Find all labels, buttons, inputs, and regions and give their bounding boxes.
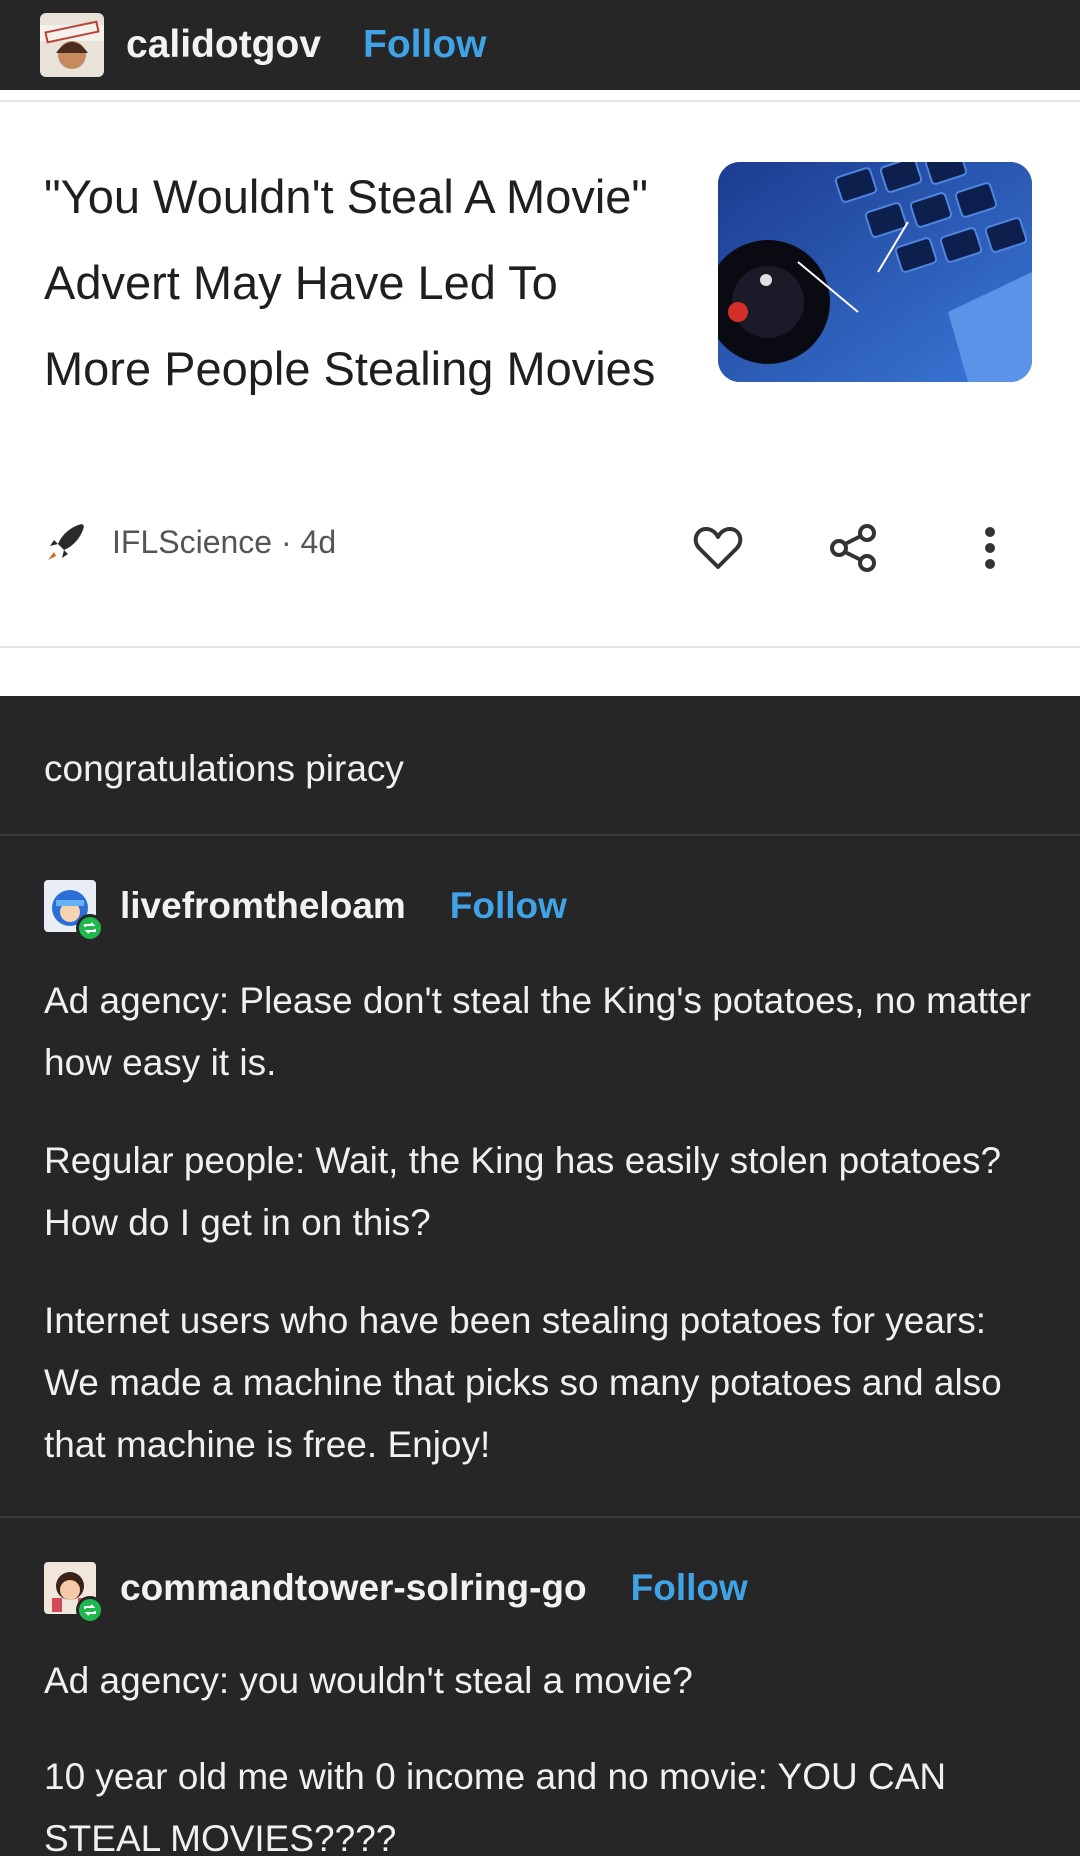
heart-icon: [693, 527, 743, 569]
reblog-username[interactable]: livefromtheloam: [120, 885, 406, 927]
card-actions: [690, 520, 1018, 576]
link-card[interactable]: "You Wouldn't Steal A Movie" Advert May …: [0, 90, 1080, 696]
more-options-button[interactable]: [962, 520, 1018, 576]
share-button[interactable]: [826, 520, 882, 576]
tumblr-post-page: calidotgov Follow "You Wouldn't Steal A …: [0, 0, 1080, 1856]
rocket-icon: [48, 524, 84, 560]
reblog-divider: [0, 1516, 1080, 1518]
follow-button[interactable]: Follow: [450, 885, 567, 927]
card-source-label: IFLScience · 4d: [112, 523, 337, 560]
reblog-paragraph: 10 year old me with 0 income and no movi…: [44, 1756, 947, 1856]
reblog-divider: [0, 834, 1080, 836]
post-comment: congratulations piracy: [44, 748, 404, 789]
reblog-header: commandtower-solring-go Follow: [44, 1562, 748, 1624]
reblog-paragraph: Internet users who have been stealing po…: [44, 1300, 1002, 1465]
card-divider: [0, 646, 1080, 648]
card-thumbnail[interactable]: [718, 162, 1032, 382]
reblog-header: livefromtheloam Follow: [44, 880, 567, 942]
reblog-paragraph: Ad agency: Please don't steal the King's…: [44, 980, 1032, 1083]
avatar[interactable]: [44, 880, 104, 942]
card-source[interactable]: IFLScience · 4d: [44, 520, 336, 564]
avatar[interactable]: [44, 1562, 104, 1624]
post-username[interactable]: calidotgov: [126, 23, 321, 67]
reblog-icon: [84, 922, 96, 934]
reblog-badge: [76, 914, 104, 942]
avatar[interactable]: [40, 13, 104, 77]
reblog-username[interactable]: commandtower-solring-go: [120, 1567, 587, 1609]
card-divider: [0, 100, 1080, 102]
reblog-icon: [84, 1604, 96, 1616]
reblog-paragraph: Regular people: Wait, the King has easil…: [44, 1140, 1002, 1243]
post-header: calidotgov Follow: [0, 0, 1080, 90]
follow-button[interactable]: Follow: [631, 1567, 748, 1609]
reblog-paragraph: Ad agency: you wouldn't steal a movie?: [44, 1660, 693, 1701]
share-icon: [830, 524, 876, 572]
card-title[interactable]: "You Wouldn't Steal A Movie" Advert May …: [44, 154, 664, 412]
like-button[interactable]: [690, 520, 746, 576]
more-vertical-icon: [985, 527, 995, 569]
follow-button[interactable]: Follow: [363, 23, 486, 67]
reblog-badge: [76, 1596, 104, 1624]
